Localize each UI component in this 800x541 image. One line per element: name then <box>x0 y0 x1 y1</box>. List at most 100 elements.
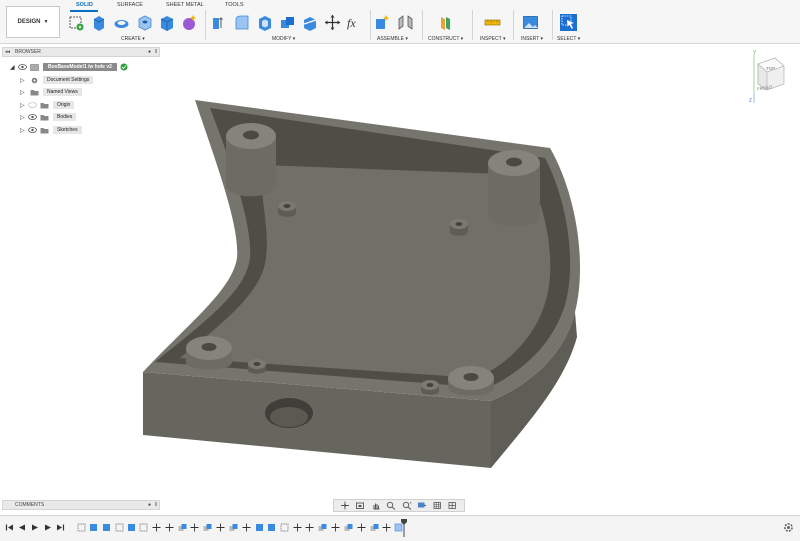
measure-button[interactable] <box>484 14 501 31</box>
display-settings-button[interactable] <box>417 501 427 510</box>
viewcube-top-label[interactable]: TOP <box>766 66 775 71</box>
fit-button[interactable] <box>402 501 412 510</box>
timeline-extrude-icon[interactable] <box>127 523 136 532</box>
display-icon <box>418 502 427 508</box>
viewports-button[interactable] <box>448 501 458 510</box>
pan-button[interactable] <box>371 501 381 510</box>
timeline-move-icon[interactable] <box>357 523 366 532</box>
caret-down-icon: ▼ <box>43 19 49 25</box>
toolbar-divider <box>472 10 473 40</box>
hole-button[interactable] <box>136 14 153 31</box>
new-component-button[interactable] <box>374 14 391 31</box>
look-at-button[interactable] <box>355 501 365 510</box>
insert-image-button[interactable] <box>522 14 539 31</box>
combine-button[interactable] <box>279 14 296 31</box>
step-forward-icon[interactable] <box>43 523 52 532</box>
3d-viewport[interactable] <box>0 44 800 499</box>
timeline-move-icon[interactable] <box>242 523 251 532</box>
corner-post-front-left[interactable] <box>186 336 232 370</box>
revolve-button[interactable] <box>113 14 130 31</box>
workspace-label: DESIGN <box>17 19 41 25</box>
fillet-icon <box>235 15 249 30</box>
timeline-combine-icon[interactable] <box>178 523 187 532</box>
parameters-button[interactable]: fx <box>346 14 363 31</box>
orbit-button[interactable] <box>340 501 350 510</box>
zoom-button[interactable] <box>386 501 396 510</box>
boss-back-right[interactable] <box>450 219 468 236</box>
construct-group-label[interactable]: CONSTRUCT ▾ <box>428 36 463 42</box>
boss-front-left[interactable] <box>248 359 266 374</box>
zoom-window-icon <box>387 501 396 510</box>
panel-pin-icon[interactable]: ‖ <box>155 502 157 508</box>
tab-tools[interactable]: TOOLS <box>225 2 244 8</box>
timeline-extrude-icon[interactable] <box>255 523 264 532</box>
split-body-button[interactable] <box>302 14 319 31</box>
timeline-sketch-icon[interactable] <box>77 523 86 532</box>
axis-z-label: Z <box>749 98 752 104</box>
timeline-combine-icon[interactable] <box>229 523 238 532</box>
tab-solid[interactable]: SOLID <box>76 2 93 8</box>
go-to-end-icon[interactable] <box>56 523 65 532</box>
orbit-icon <box>340 501 349 510</box>
workspace-switcher-button[interactable]: DESIGN ▼ <box>6 6 60 38</box>
timeline-move-icon[interactable] <box>305 523 314 532</box>
comments-add-icon[interactable]: ● <box>148 502 151 508</box>
grid-settings-button[interactable] <box>433 501 443 510</box>
timeline-combine-icon[interactable] <box>318 523 327 532</box>
timeline-move-icon[interactable] <box>382 523 391 532</box>
hand-icon <box>373 503 380 510</box>
step-back-icon[interactable] <box>17 523 26 532</box>
timeline-extrude-icon[interactable] <box>267 523 276 532</box>
modify-group-label[interactable]: MODIFY ▾ <box>272 36 295 42</box>
insert-group-label[interactable]: INSERT ▾ <box>521 36 543 42</box>
timeline-sketch-icon[interactable] <box>139 523 148 532</box>
joint-icon <box>398 15 413 30</box>
inspect-group-label[interactable]: INSPECT ▾ <box>480 36 505 42</box>
joint-button[interactable] <box>397 14 414 31</box>
create-form-button[interactable] <box>181 14 198 31</box>
shell-button[interactable] <box>256 14 273 31</box>
boss-front-right[interactable] <box>421 380 439 395</box>
select-group-label[interactable]: SELECT ▾ <box>557 36 580 42</box>
box-button[interactable] <box>158 14 175 31</box>
tab-surface[interactable]: SURFACE <box>117 2 143 8</box>
corner-post-back-right[interactable] <box>488 150 540 227</box>
select-button[interactable] <box>560 14 577 31</box>
viewcube-front-label[interactable]: FRONT <box>757 85 773 92</box>
timeline-sketch-icon[interactable] <box>280 523 289 532</box>
timeline-move-icon[interactable] <box>152 523 161 532</box>
timeline-combine-icon[interactable] <box>203 523 212 532</box>
comments-panel-header[interactable]: COMMENTS ● ‖ <box>2 500 160 510</box>
viewcube[interactable]: TOP FRONT Y Z <box>742 50 792 108</box>
boss-back-left[interactable] <box>278 201 296 217</box>
new-sketch-button[interactable] <box>68 14 85 31</box>
press-pull-button[interactable] <box>210 14 227 31</box>
extrude-button[interactable] <box>90 14 107 31</box>
play-icon[interactable] <box>30 523 39 532</box>
fillet-button[interactable] <box>233 14 250 31</box>
timeline-marker-icon[interactable] <box>401 519 407 537</box>
timeline-move-icon[interactable] <box>165 523 174 532</box>
timeline-move-icon[interactable] <box>331 523 340 532</box>
assemble-group-label[interactable]: ASSEMBLE ▾ <box>377 36 408 42</box>
offset-plane-button[interactable] <box>437 14 454 31</box>
timeline-sketch-icon[interactable] <box>115 523 124 532</box>
corner-post-front-right[interactable] <box>448 366 494 396</box>
tab-sheet-metal[interactable]: SHEET METAL <box>166 2 204 8</box>
timeline-move-icon[interactable] <box>216 523 225 532</box>
move-copy-button[interactable] <box>324 14 341 31</box>
svg-text:fx: fx <box>347 16 356 30</box>
toolbar: DESIGN ▼ SOLID SURFACE SHEET METAL TOOLS… <box>0 0 800 44</box>
corner-post-back-left[interactable] <box>226 123 276 197</box>
create-group-label[interactable]: CREATE ▾ <box>121 36 145 42</box>
extrude-icon <box>93 16 105 31</box>
go-to-start-icon[interactable] <box>5 523 14 532</box>
timeline-move-icon[interactable] <box>190 523 199 532</box>
timeline-extrude-icon[interactable] <box>102 523 111 532</box>
timeline-combine-icon[interactable] <box>370 523 379 532</box>
timeline-combine-icon[interactable] <box>344 523 353 532</box>
timeline-settings-icon[interactable] <box>783 522 794 533</box>
plane-icon <box>441 17 450 30</box>
timeline-move-icon[interactable] <box>293 523 302 532</box>
timeline-extrude-icon[interactable] <box>89 523 98 532</box>
